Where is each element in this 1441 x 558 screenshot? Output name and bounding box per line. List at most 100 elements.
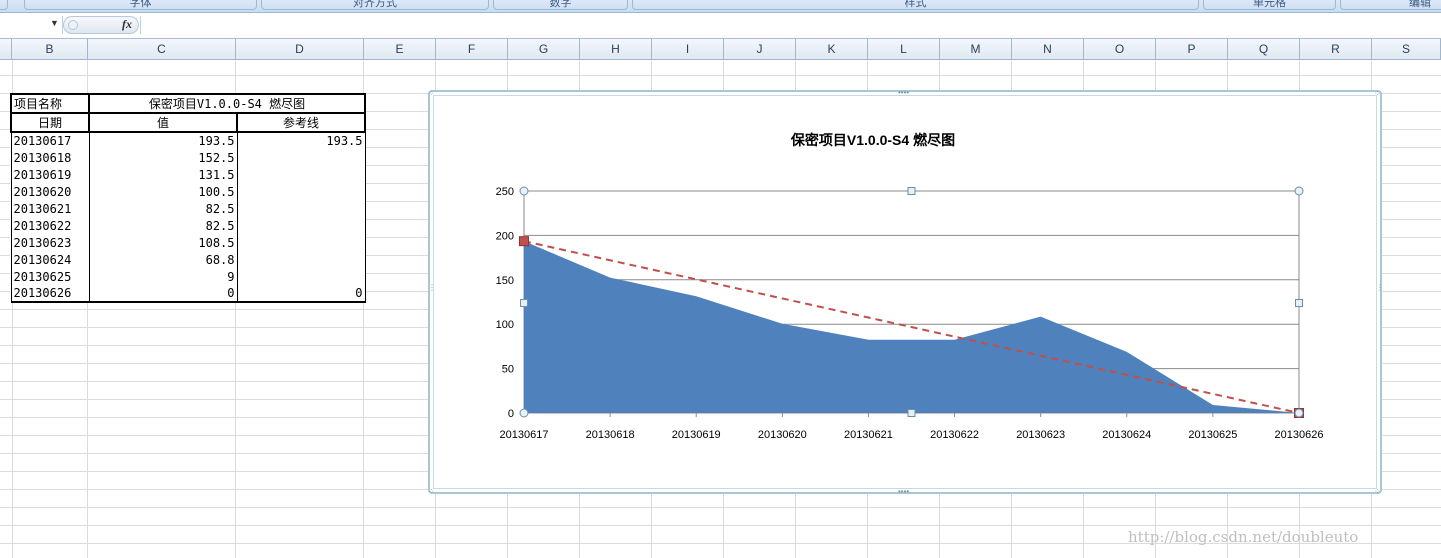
cell-date[interactable]: 20130623 — [10, 234, 90, 251]
column-header-r[interactable]: R — [1300, 39, 1372, 59]
cell-reference[interactable] — [236, 251, 366, 268]
cell-date[interactable]: 20130618 — [10, 149, 90, 166]
cell-date[interactable]: 20130620 — [10, 183, 90, 200]
cell-value[interactable]: 108.5 — [88, 234, 238, 251]
column-header-c[interactable]: C — [88, 39, 236, 59]
cell-date[interactable]: 20130626 — [10, 285, 90, 303]
name-box[interactable]: ▼ — [0, 16, 63, 34]
x-axis[interactable]: 20130617 20130618 20130619 20130620 20130621… — [500, 413, 1324, 441]
column-header-o[interactable]: O — [1084, 39, 1156, 59]
selection-handle-corner[interactable] — [519, 408, 529, 418]
chart-title[interactable]: 保密项目V1.0.0-S4 燃尽图 — [790, 132, 955, 148]
plot-series[interactable] — [519, 236, 1304, 418]
column-header-s[interactable]: S — [1372, 39, 1441, 59]
splitter-handle[interactable] — [68, 20, 78, 30]
insert-function-icon[interactable]: fx — [122, 17, 132, 32]
table-row: 20130622 82.5 — [10, 217, 366, 234]
cell-reference[interactable] — [236, 200, 366, 217]
table-row: 20130619 131.5 — [10, 166, 366, 183]
selection-handle-side[interactable] — [907, 409, 916, 417]
grid-line — [0, 525, 1441, 526]
name-box-dropdown-icon[interactable]: ▼ — [50, 18, 59, 28]
x-tick-label: 20130620 — [758, 429, 807, 441]
column-header-g[interactable]: G — [508, 39, 580, 59]
ribbon-group-editing[interactable]: 编辑 — [1340, 0, 1441, 10]
column-header-p[interactable]: P — [1156, 39, 1228, 59]
cell-reference[interactable] — [236, 149, 366, 166]
cell-date[interactable]: 20130624 — [10, 251, 90, 268]
cell-value[interactable]: 0 — [88, 285, 238, 303]
ribbon-group-edge[interactable] — [0, 0, 8, 10]
y-tick-label: 200 — [496, 230, 514, 242]
column-header-j[interactable]: J — [724, 39, 796, 59]
watermark-text: http://blog.csdn.net/doubleuto — [1128, 528, 1359, 546]
y-axis[interactable]: 0 50 100 150 200 250 — [496, 186, 514, 420]
header-reference[interactable]: 参考线 — [236, 112, 366, 133]
cell-value[interactable]: 131.5 — [88, 166, 238, 183]
column-header-i[interactable]: I — [652, 39, 724, 59]
x-tick-label: 20130623 — [1016, 429, 1065, 441]
table-row: 20130623 108.5 — [10, 234, 366, 251]
column-header-f[interactable]: F — [436, 39, 508, 59]
cell-date[interactable]: 20130621 — [10, 200, 90, 217]
burndown-chart[interactable]: 保密项目V1.0.0-S4 燃尽图 0 50 100 150 200 250 201306… — [428, 90, 1382, 494]
cell-value[interactable]: 9 — [88, 268, 238, 285]
reference-point-marker[interactable] — [519, 236, 529, 247]
cell-date[interactable]: 20130619 — [10, 166, 90, 183]
selection-handle-corner[interactable] — [1294, 186, 1304, 196]
ribbon-group-cells[interactable]: 单元格 — [1203, 0, 1336, 10]
cell-reference[interactable] — [236, 166, 366, 183]
formula-toolbar: fx — [63, 16, 139, 34]
column-header-b[interactable]: B — [12, 39, 88, 59]
grid-line — [0, 507, 1441, 508]
ribbon-group-font[interactable]: 字体 — [24, 0, 257, 10]
y-tick-label: 100 — [496, 319, 514, 331]
column-header-m[interactable]: M — [940, 39, 1012, 59]
selection-handle-side[interactable] — [1295, 299, 1303, 307]
cell-reference[interactable]: 193.5 — [236, 132, 366, 149]
column-header-h[interactable]: H — [580, 39, 652, 59]
formula-input[interactable] — [140, 16, 1441, 34]
burndown-data-table: 项目名称 保密项目V1.0.0-S4 燃尽图 日期 值 参考线 20130617… — [10, 93, 366, 303]
ribbon-group-alignment[interactable]: 对齐方式 — [261, 0, 489, 10]
cell-value[interactable]: 82.5 — [88, 217, 238, 234]
column-headers: B C D E F G H I J K L M N O P Q R S — [0, 39, 1441, 60]
header-date[interactable]: 日期 — [10, 112, 90, 133]
select-all-corner[interactable] — [0, 39, 12, 59]
cell-date[interactable]: 20130625 — [10, 268, 90, 285]
x-tick-label: 20130619 — [672, 429, 721, 441]
selection-handle-corner[interactable] — [1294, 408, 1304, 418]
cell-reference[interactable]: 0 — [236, 285, 366, 303]
cell-value[interactable]: 82.5 — [88, 200, 238, 217]
cell-project-name-label[interactable]: 项目名称 — [10, 93, 90, 114]
formula-bar: ▼ fx — [0, 13, 1441, 39]
table-row: 20130618 152.5 — [10, 149, 366, 166]
column-header-e[interactable]: E — [364, 39, 436, 59]
column-header-n[interactable]: N — [1012, 39, 1084, 59]
ribbon-group-styles[interactable]: 样式 — [632, 0, 1199, 10]
cell-value[interactable]: 193.5 — [88, 132, 238, 149]
column-header-k[interactable]: K — [796, 39, 868, 59]
cell-reference[interactable] — [236, 234, 366, 251]
selection-handle-side[interactable] — [907, 187, 916, 195]
cell-reference[interactable] — [236, 183, 366, 200]
cell-reference[interactable] — [236, 217, 366, 234]
y-tick-label: 0 — [508, 408, 514, 420]
selection-handle-side[interactable] — [520, 299, 528, 307]
column-header-q[interactable]: Q — [1228, 39, 1300, 59]
column-header-d[interactable]: D — [236, 39, 364, 59]
header-value[interactable]: 值 — [88, 112, 238, 133]
ribbon-group-number[interactable]: 数字 — [493, 0, 628, 10]
cell-project-name-value[interactable]: 保密项目V1.0.0-S4 燃尽图 — [88, 93, 366, 114]
grid-line — [0, 75, 1441, 76]
selection-handle-corner[interactable] — [519, 186, 529, 196]
table-row: 20130621 82.5 — [10, 200, 366, 217]
ribbon-group-strip: 字体 对齐方式 数字 样式 单元格 编辑 — [0, 0, 1441, 13]
cell-value[interactable]: 152.5 — [88, 149, 238, 166]
cell-date[interactable]: 20130617 — [10, 132, 90, 149]
cell-date[interactable]: 20130622 — [10, 217, 90, 234]
cell-value[interactable]: 100.5 — [88, 183, 238, 200]
column-header-l[interactable]: L — [868, 39, 940, 59]
cell-value[interactable]: 68.8 — [88, 251, 238, 268]
cell-reference[interactable] — [236, 268, 366, 285]
